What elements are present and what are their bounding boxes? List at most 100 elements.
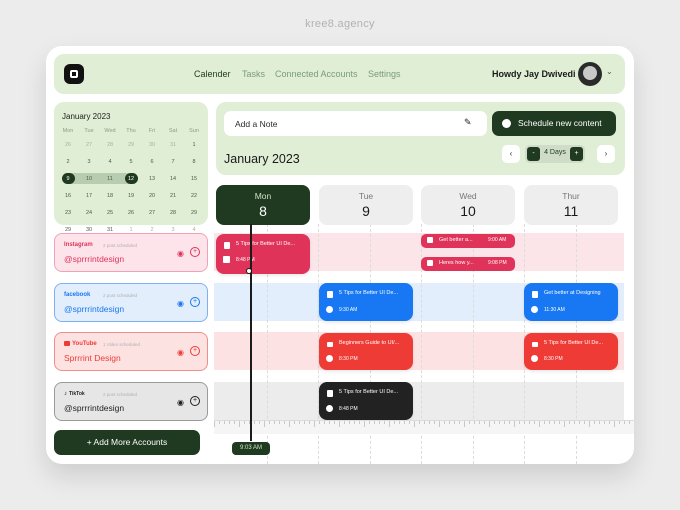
- eye-icon[interactable]: ◉: [177, 398, 184, 407]
- avatar[interactable]: [578, 62, 602, 86]
- mini-calendar-day[interactable]: 3: [79, 157, 99, 167]
- mini-calendar-day[interactable]: 6: [142, 157, 162, 167]
- nav-calendar[interactable]: Calender: [194, 69, 231, 79]
- mini-calendar-day[interactable]: 27: [79, 140, 99, 150]
- schedule-new-content-button[interactable]: Schedule new content: [492, 111, 616, 136]
- clock-icon: [502, 119, 511, 128]
- ruler-tick: [469, 421, 470, 424]
- time-ruler[interactable]: [214, 420, 634, 434]
- mini-calendar-day[interactable]: 12: [121, 174, 141, 184]
- mini-calendar-day[interactable]: 11: [100, 174, 120, 184]
- account-card-instagram[interactable]: Instagram 2 post scheduled @sprrrintdesi…: [54, 233, 208, 272]
- mini-calendar-day[interactable]: 14: [163, 174, 183, 184]
- mini-calendar-day[interactable]: 31: [163, 140, 183, 150]
- mini-calendar-day[interactable]: 28: [100, 140, 120, 150]
- mini-calendar-day[interactable]: 29: [121, 140, 141, 150]
- post-title: Get better a...: [439, 237, 473, 243]
- post-card-mon-instagram[interactable]: 5 Tips for Better UI De... 8:48 PM: [216, 234, 310, 274]
- add-post-icon[interactable]: +: [190, 396, 200, 406]
- day-header-tue[interactable]: Tue 9: [319, 185, 413, 225]
- account-card-youtube[interactable]: YouTube 1 Video scheduled Sprrrint Desig…: [54, 332, 208, 371]
- account-card-tiktok[interactable]: TikTok 2 post scheduled @sprrrintdesign …: [54, 382, 208, 421]
- ruler-tick: [264, 421, 265, 427]
- post-card-tue-facebook[interactable]: 5 Tips for Better UI De... 9:30 AM: [319, 283, 413, 321]
- mini-calendar-day[interactable]: 2: [58, 157, 78, 167]
- mini-calendar-day[interactable]: 29: [184, 208, 204, 218]
- nav-tasks[interactable]: Tasks: [242, 69, 265, 79]
- mini-calendar-day[interactable]: 28: [163, 208, 183, 218]
- ruler-tick: [389, 421, 390, 427]
- mini-calendar-day[interactable]: 26: [58, 140, 78, 150]
- current-time-chip[interactable]: 9:03 AM: [232, 442, 270, 455]
- mini-calendar-day[interactable]: 19: [121, 191, 141, 201]
- day-name: Mon: [254, 191, 272, 201]
- eye-icon[interactable]: ◉: [177, 249, 184, 258]
- mini-calendar-day[interactable]: 9: [58, 174, 78, 184]
- ruler-tick: [494, 421, 495, 424]
- eye-icon[interactable]: ◉: [177, 348, 184, 357]
- ruler-tick: [609, 421, 610, 424]
- day-date: 9: [362, 203, 370, 219]
- mini-calendar-day[interactable]: 26: [121, 208, 141, 218]
- days-increment-button[interactable]: +: [570, 147, 583, 161]
- account-handle: @sprrrintdesign: [64, 403, 125, 413]
- mini-calendar-day[interactable]: 8: [184, 157, 204, 167]
- mini-calendar-day[interactable]: 13: [142, 174, 162, 184]
- nav-settings[interactable]: Settings: [368, 69, 401, 79]
- mini-calendar-day[interactable]: 18: [100, 191, 120, 201]
- ruler-tick: [509, 421, 510, 424]
- mini-calendar-day[interactable]: 24: [79, 208, 99, 218]
- ruler-tick: [349, 421, 350, 424]
- post-card-thu-youtube[interactable]: 5 Tips for Better UI De... 8:30 PM: [524, 333, 618, 370]
- prev-button[interactable]: ‹: [502, 145, 520, 163]
- ruler-tick: [624, 421, 625, 424]
- pen-icon[interactable]: ✎: [464, 117, 472, 128]
- day-header-mon[interactable]: Mon 8: [216, 185, 310, 225]
- post-time: 9:30 AM: [339, 307, 358, 313]
- ruler-tick: [379, 421, 380, 424]
- mini-calendar-day[interactable]: 30: [142, 140, 162, 150]
- eye-icon[interactable]: ◉: [177, 299, 184, 308]
- days-decrement-button[interactable]: -: [527, 147, 540, 161]
- mini-calendar-day[interactable]: 22: [184, 191, 204, 201]
- mini-calendar-day[interactable]: 21: [163, 191, 183, 201]
- next-button[interactable]: ›: [597, 145, 615, 163]
- day-header-wed[interactable]: Wed 10: [421, 185, 515, 225]
- account-card-facebook[interactable]: facebook 2 post scheduled @sprrrintdesig…: [54, 283, 208, 322]
- day-header-thu[interactable]: Thur 11: [524, 185, 618, 225]
- ruler-tick: [329, 421, 330, 424]
- platform-name: TikTok: [69, 391, 85, 397]
- mini-calendar-day[interactable]: 10: [79, 174, 99, 184]
- post-card-tue-youtube[interactable]: Beginners Guide to UI/... 8:30 PM: [319, 333, 413, 370]
- ruler-tick: [504, 421, 505, 424]
- mini-calendar-day[interactable]: 27: [142, 208, 162, 218]
- mini-calendar-day[interactable]: 7: [163, 157, 183, 167]
- note-input[interactable]: Add a Note ✎: [224, 111, 487, 136]
- ruler-tick: [354, 421, 355, 424]
- post-card-tue-tiktok[interactable]: 5 Tips for Better UI De... 8:48 PM: [319, 382, 413, 420]
- mini-calendar-day[interactable]: 17: [79, 191, 99, 201]
- mini-calendar-day[interactable]: 23: [58, 208, 78, 218]
- mini-calendar-day[interactable]: 15: [184, 174, 204, 184]
- app-logo-icon[interactable]: [64, 64, 84, 84]
- youtube-icon: [532, 342, 538, 347]
- post-pill-wed-instagram-1[interactable]: Get better a... 9:00 AM: [421, 234, 515, 248]
- chevron-down-icon[interactable]: ⌄: [606, 67, 613, 76]
- mini-calendar-day[interactable]: 25: [100, 208, 120, 218]
- add-more-accounts-button[interactable]: + Add More Accounts: [54, 430, 200, 455]
- mini-calendar-day[interactable]: 16: [58, 191, 78, 201]
- post-card-thu-facebook[interactable]: Get better at Designing 11:30 AM: [524, 283, 618, 321]
- add-post-icon[interactable]: +: [190, 297, 200, 307]
- mini-calendar-day[interactable]: 1: [184, 140, 204, 150]
- mini-calendar-day[interactable]: 4: [100, 157, 120, 167]
- add-post-icon[interactable]: +: [190, 247, 200, 257]
- weekday-header: Fri: [148, 128, 156, 134]
- mini-calendar-day[interactable]: 20: [142, 191, 162, 201]
- ruler-tick: [424, 421, 425, 424]
- add-post-icon[interactable]: +: [190, 346, 200, 356]
- post-pill-wed-instagram-2[interactable]: Heres how y... 9:08 PM: [421, 257, 515, 271]
- nav-connected-accounts[interactable]: Connected Accounts: [275, 69, 358, 79]
- mini-calendar-day[interactable]: 5: [121, 157, 141, 167]
- ruler-tick: [564, 421, 565, 427]
- ruler-tick: [269, 421, 270, 424]
